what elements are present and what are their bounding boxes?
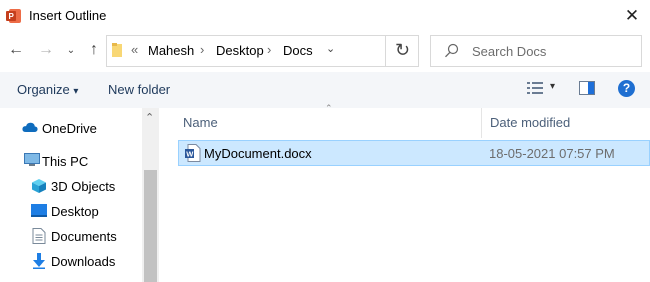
sidebar-item-desktop[interactable]: Desktop (51, 204, 99, 219)
file-date-modified: 18-05-2021 07:57 PM (489, 146, 615, 161)
sidebar-item-3d-objects[interactable]: 3D Objects (51, 179, 115, 194)
view-dropdown[interactable]: ▾ (550, 81, 555, 92)
organize-label: Organize (17, 82, 70, 97)
recent-locations-button[interactable]: ⌄ (64, 41, 78, 61)
search-input[interactable]: Search Docs (472, 44, 546, 59)
breadcrumb-docs[interactable]: Docs (283, 43, 313, 58)
address-dropdown[interactable]: ⌄ (326, 42, 335, 55)
file-name: MyDocument.docx (204, 146, 312, 161)
forward-button[interactable]: → (36, 40, 56, 62)
sidebar-item-this-pc[interactable]: This PC (42, 154, 88, 169)
sidebar-item-onedrive[interactable]: OneDrive (42, 121, 97, 136)
chevron-down-icon: ⌄ (326, 43, 336, 55)
onedrive-icon (22, 121, 38, 133)
desktop-icon (31, 204, 47, 218)
arrow-right-icon: → (38, 41, 54, 58)
search-icon (444, 43, 460, 59)
close-button[interactable]: ✕ (622, 6, 642, 26)
chevron-up-icon: ⌃ (145, 112, 155, 124)
breadcrumb-separator[interactable]: › (200, 42, 204, 57)
computer-icon (24, 153, 40, 167)
back-button[interactable]: ← (6, 40, 26, 62)
caret-down-icon: ▾ (73, 86, 79, 97)
details-view-icon (527, 82, 543, 98)
breadcrumb-overflow[interactable]: « (131, 42, 138, 57)
column-header-date-modified[interactable]: Date modified (490, 115, 570, 130)
documents-icon (32, 228, 46, 244)
column-header-name[interactable]: Name (183, 115, 218, 130)
sidebar-scroll-thumb[interactable] (144, 170, 157, 282)
powerpoint-app-icon: P (6, 8, 22, 24)
preview-pane-button[interactable] (579, 81, 597, 97)
arrow-left-icon: ← (8, 41, 24, 58)
3d-objects-icon (31, 178, 47, 194)
folder-icon (112, 43, 122, 57)
column-divider[interactable] (481, 108, 482, 138)
svg-text:P: P (9, 12, 15, 21)
refresh-button[interactable]: ↻ (385, 35, 419, 67)
close-icon: ✕ (624, 6, 640, 25)
downloads-icon (32, 253, 46, 269)
help-icon: ? (622, 81, 631, 95)
view-options-button[interactable] (527, 81, 545, 97)
breadcrumb-separator[interactable]: › (267, 42, 271, 57)
scroll-up-button[interactable]: ⌃ (145, 111, 154, 124)
sort-ascending-icon: ⌃ (325, 103, 333, 113)
preview-pane-icon (579, 81, 595, 98)
help-button[interactable]: ? (618, 80, 635, 97)
window-title: Insert Outline (29, 8, 107, 23)
word-doc-icon: W (185, 144, 201, 162)
chevron-down-icon: ⌄ (66, 45, 76, 56)
new-folder-button[interactable]: New folder (108, 82, 170, 97)
sidebar-item-downloads[interactable]: Downloads (51, 254, 115, 269)
up-button[interactable]: ↑ (84, 40, 104, 62)
organize-button[interactable]: Organize ▾ (17, 82, 78, 97)
refresh-icon: ↻ (394, 40, 411, 60)
breadcrumb-desktop[interactable]: Desktop (216, 43, 264, 58)
sidebar-item-documents[interactable]: Documents (51, 229, 117, 244)
arrow-up-icon: ↑ (90, 41, 98, 58)
svg-text:W: W (186, 150, 194, 159)
breadcrumb-mahesh[interactable]: Mahesh (148, 43, 194, 58)
